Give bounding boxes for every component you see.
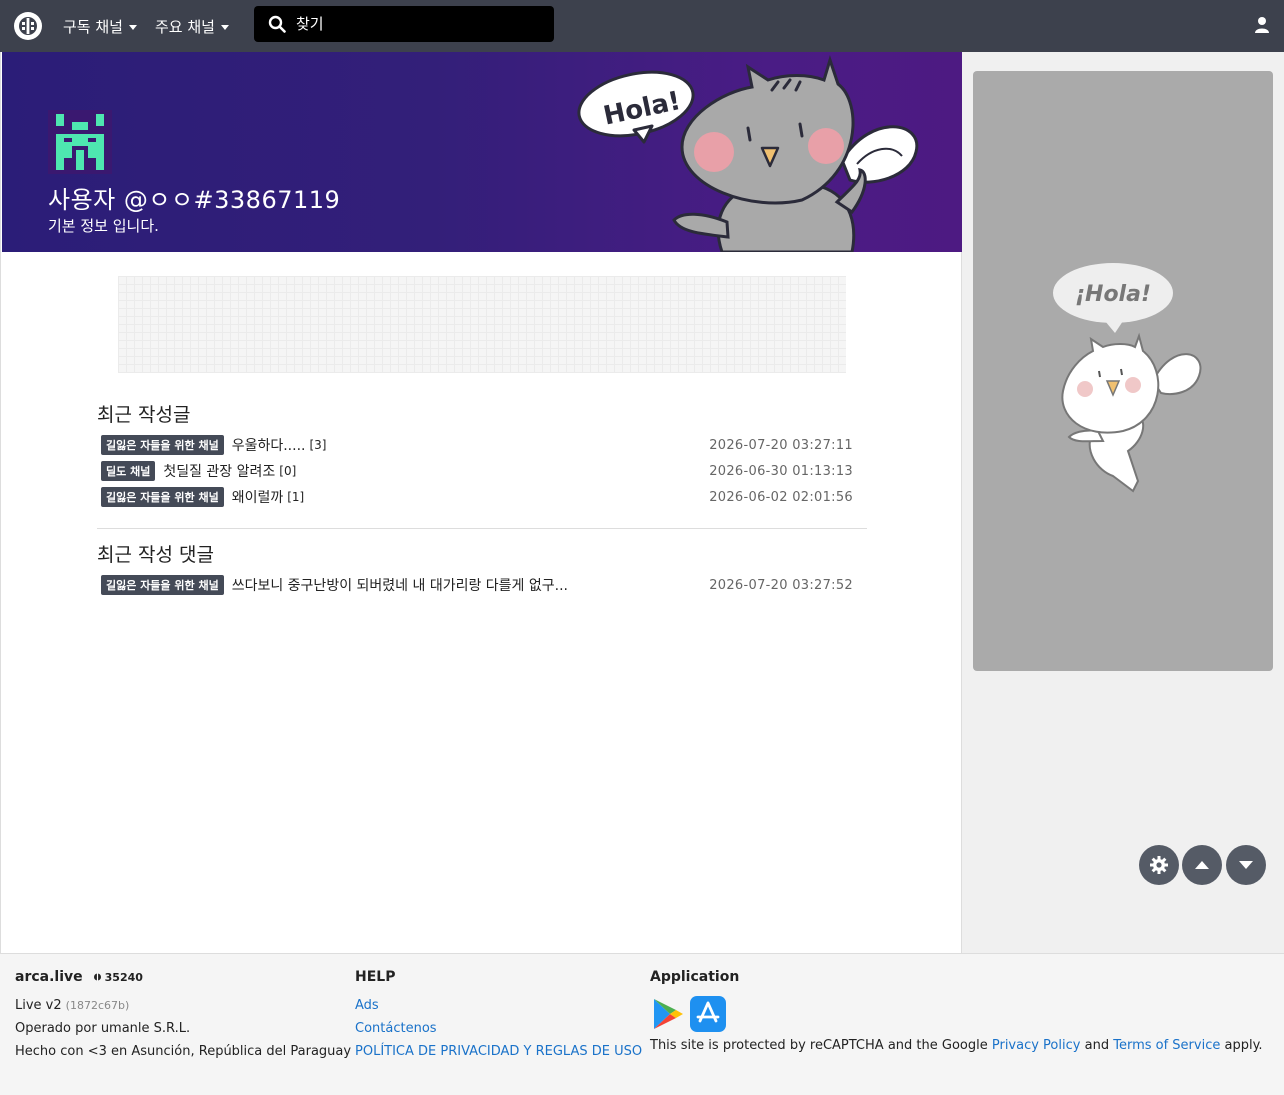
google-privacy-link[interactable]: Privacy Policy [992,1038,1081,1053]
comment-count: [0] [279,464,297,478]
search-input[interactable] [296,15,536,33]
scroll-down-button[interactable] [1226,845,1266,885]
footer-site-name[interactable]: arca.live [15,969,83,985]
footer-help: HELP Ads Contáctenos POLÍTICA DE PRIVACI… [355,968,642,1063]
made-with-text: Hecho con <3 en Asunción, República del … [15,1044,352,1059]
help-title: HELP [355,969,396,985]
recent-posts-title: 최근 작성글 [97,404,191,426]
subscribed-channels-menu[interactable]: 구독 채널 [63,0,137,52]
cat-ad-illustration: ¡Hola! [1053,263,1202,493]
list-item[interactable]: 딜도 채널 첫딜질 관장 알려조 [0] 2026-06-30 01:13:13 [101,460,853,482]
top-navbar: 구독 채널 주요 채널 [0,0,1284,52]
user-count-value: 35240 [104,970,143,984]
footer-application: Application This site is protected by re… [650,968,1263,1057]
main-content: 사용자 @ㅇㅇ#33867119 기본 정보 입니다. Hola! 최근 작성글… [0,52,962,953]
contact-link[interactable]: Contáctenos [355,1021,437,1036]
list-item[interactable]: 길잃은 자들을 위한 채널 쓰다보니 중구난방이 되버렸네 내 대가리랑 다를게… [101,574,853,596]
comment-text[interactable]: 쓰다보니 중구난방이 되버렸네 내 대가리랑 다를게 없구... [232,575,568,595]
version-text: Live v2 [15,998,62,1013]
main-channels-menu[interactable]: 주요 채널 [155,0,229,52]
footer-site-info: arca.live 35240 Live v2 (1872c67b) Operad… [15,968,351,1063]
chevron-down-icon [128,24,137,30]
arrow-down-icon [1239,861,1253,869]
user-count: 35240 [93,971,143,984]
channel-badge[interactable]: 길잃은 자들을 위한 채널 [101,487,224,507]
post-title[interactable]: 왜이럴까 [232,487,284,507]
recaptcha-notice: This site is protected by reCAPTCHA and … [650,1034,1263,1057]
recent-comments-title: 최근 작성 댓글 [97,544,214,566]
search-icon[interactable] [268,15,286,33]
recaptcha-prefix: This site is protected by reCAPTCHA and … [650,1038,988,1053]
scroll-up-button[interactable] [1182,845,1222,885]
chevron-down-icon [220,24,229,30]
privacy-rules-link[interactable]: POLÍTICA DE PRIVACIDAD Y REGLAS DE USO [355,1044,642,1059]
post-time: 2026-06-30 01:13:13 [709,463,853,479]
ad-bubble-text: ¡Hola! [1075,282,1151,307]
arrow-up-icon [1195,861,1209,869]
channel-badge[interactable]: 길잃은 자들을 위한 채널 [101,435,224,455]
comment-time: 2026-07-20 03:27:52 [709,577,853,593]
comment-count: [1] [287,490,305,504]
user-count-icon [93,973,101,981]
list-item[interactable]: 길잃은 자들을 위한 채널 우울하다..... [3] 2026-07-20 0… [101,434,853,456]
post-title[interactable]: 우울하다..... [232,435,306,455]
ads-link[interactable]: Ads [355,998,379,1013]
profile-banner: 사용자 @ㅇㅇ#33867119 기본 정보 입니다. Hola! [2,52,962,252]
channel-badge[interactable]: 길잃은 자들을 위한 채널 [101,575,224,595]
gear-icon [1150,856,1168,874]
recaptcha-and: and [1084,1038,1110,1053]
main-channels-label: 주요 채널 [155,17,215,36]
profile-subtitle: 기본 정보 입니다. [48,217,159,235]
ad-banner-placeholder[interactable] [118,276,846,373]
cat-mascot-illustration: Hola! [577,55,919,252]
app-store-icon[interactable] [690,996,726,1032]
operated-by-text: Operado por umanle S.R.L. [15,1021,191,1036]
post-title[interactable]: 첫딜질 관장 알려조 [163,461,275,481]
arca-logo-icon[interactable] [14,12,42,40]
recaptcha-apply: apply. [1224,1038,1263,1053]
avatar [48,110,112,174]
post-time: 2026-06-02 02:01:56 [709,489,853,505]
application-title: Application [650,969,740,985]
search-bar [254,6,554,42]
profile-username: 사용자 @ㅇㅇ#33867119 [48,186,341,214]
user-icon[interactable] [1254,16,1270,34]
footer: arca.live 35240 Live v2 (1872c67b) Operad… [0,953,1284,1095]
subscribed-channels-label: 구독 채널 [63,17,123,36]
settings-button[interactable] [1139,845,1179,885]
version-hash: (1872c67b) [65,999,130,1012]
google-terms-link[interactable]: Terms of Service [1113,1038,1220,1053]
section-divider [97,528,867,529]
list-item[interactable]: 길잃은 자들을 위한 채널 왜이럴까 [1] 2026-06-02 02:01:… [101,486,853,508]
sidebar-ad[interactable]: ¡Hola! [973,71,1273,671]
post-time: 2026-07-20 03:27:11 [709,437,853,453]
comment-count: [3] [309,438,327,452]
google-play-icon[interactable] [650,996,686,1032]
channel-badge[interactable]: 딜도 채널 [101,461,156,481]
